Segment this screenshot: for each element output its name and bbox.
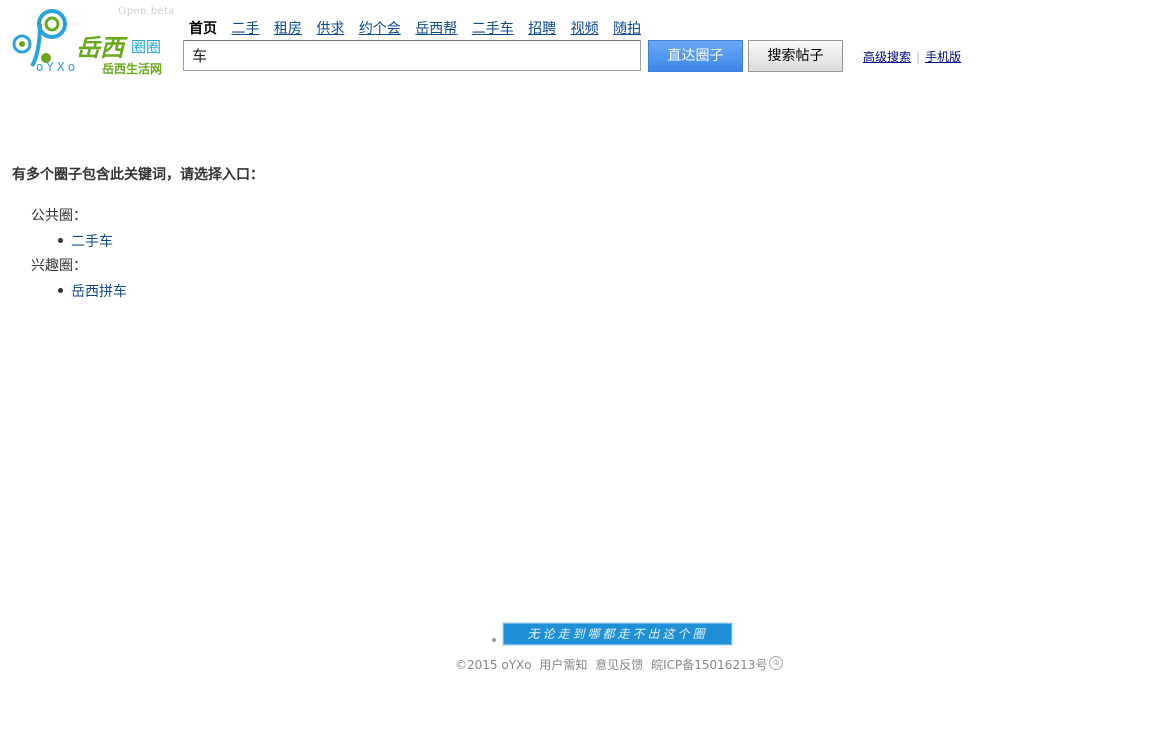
search-links: 高级搜索 | 手机版 — [863, 48, 961, 65]
nav-item-home[interactable]: 首页 — [189, 21, 217, 37]
nav-item-secondhand[interactable]: 二手 — [231, 21, 259, 37]
copyright-text: ©2015 oYXo — [455, 658, 532, 672]
nav-item-video[interactable]: 视频 — [571, 21, 599, 37]
nav-item-snapshots[interactable]: 随拍 — [613, 21, 641, 37]
logo-circle-word: 圈圈 — [131, 38, 162, 56]
advanced-search-link[interactable]: 高级搜索 — [863, 50, 911, 64]
circle-link-used-cars[interactable]: 二手车 — [71, 234, 113, 250]
slogan-banner[interactable]: 无论走到哪都走不出这个圈 — [502, 622, 733, 646]
logo-letters: oYXo — [36, 60, 79, 74]
nav-item-jobs[interactable]: 招聘 — [528, 21, 556, 37]
nav-item-rent[interactable]: 租房 — [274, 21, 302, 37]
bullet-icon — [58, 237, 63, 243]
site-logo[interactable]: Open beta 岳西 圈圈 oYXo 岳西生活网 — [10, 4, 180, 76]
choose-entry-prompt: 有多个圈子包含此关键词，请选择入口： — [12, 167, 264, 183]
nav-item-yuexi-help[interactable]: 岳西帮 — [415, 21, 457, 37]
main-nav: 首页 二手 租房 供求 约个会 岳西帮 二手车 招聘 视频 随拍 — [189, 19, 651, 39]
bullet-icon — [492, 638, 496, 642]
bullet-icon — [58, 287, 63, 293]
feedback-link[interactable]: 意见反馈 — [595, 658, 643, 672]
logo-subtitle: 岳西生活网 — [102, 62, 163, 76]
mobile-version-link[interactable]: 手机版 — [925, 50, 961, 64]
list-item[interactable]: 岳西拼车 — [58, 281, 127, 301]
nav-item-used-cars[interactable]: 二手车 — [472, 21, 514, 37]
interest-circles-label: 兴趣圈： — [31, 258, 87, 274]
police-badge-icon: ♔ — [769, 656, 784, 670]
go-to-circle-button[interactable]: 直达圈子 — [648, 40, 743, 72]
terms-link[interactable]: 用户需知 — [539, 658, 587, 672]
link-separator: | — [916, 50, 921, 64]
search-posts-button[interactable]: 搜索帖子 — [748, 40, 843, 72]
nav-item-dating[interactable]: 约个会 — [359, 21, 401, 37]
circle-link-carpool[interactable]: 岳西拼车 — [71, 284, 127, 300]
list-item[interactable]: 二手车 — [58, 231, 113, 251]
nav-item-supply-demand[interactable]: 供求 — [316, 21, 344, 37]
search-input[interactable] — [183, 40, 641, 71]
icp-record-link[interactable]: 皖ICP备15016213号 — [651, 658, 767, 672]
logo-brand-text: 岳西 — [76, 33, 124, 62]
open-beta-label: Open beta — [118, 6, 175, 17]
footer: ©2015 oYXo 用户需知 意见反馈 皖ICP备15016213号 ♔ — [455, 656, 787, 673]
public-circles-label: 公共圈： — [31, 208, 87, 224]
